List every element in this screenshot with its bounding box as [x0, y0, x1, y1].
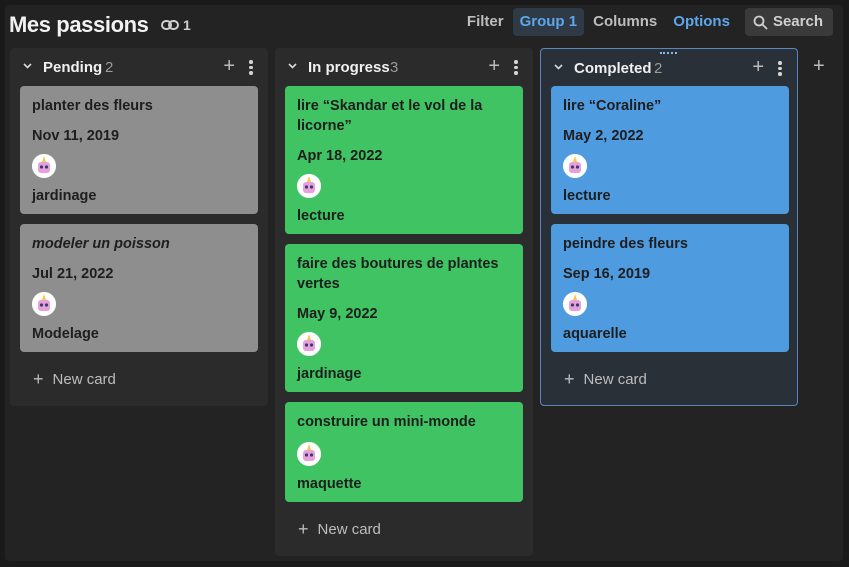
column-count: 2: [105, 59, 114, 76]
avatar: [563, 154, 587, 178]
card-tag: lecture: [297, 208, 345, 224]
new-card-button[interactable]: + New card: [33, 370, 116, 388]
column-header: Pending 2 +: [10, 48, 268, 86]
column-title: Pending: [43, 59, 103, 76]
card[interactable]: lire “Skandar et le vol de la licorne” A…: [285, 86, 523, 234]
card-tag: maquette: [297, 476, 362, 492]
card-title: modeler un poisson: [32, 236, 170, 252]
new-card-button[interactable]: + New card: [564, 370, 647, 388]
card-title: lire “Skandar et le vol de la licorne”: [297, 98, 483, 134]
avatar: [297, 332, 321, 356]
card-title: planter des fleurs: [32, 98, 153, 114]
card-date: Apr 18, 2022: [297, 148, 383, 164]
card-title: construire un mini-monde: [297, 414, 476, 430]
card[interactable]: construire un mini-monde maquette: [285, 402, 523, 502]
column-pending[interactable]: Pending 2 + planter des fleurs Nov 11, 2…: [10, 48, 268, 406]
column-in-progress[interactable]: In progress 3 + lire “Skandar et le vol …: [275, 48, 533, 556]
board-title[interactable]: Mes passions: [9, 12, 149, 38]
card-date: May 2, 2022: [563, 128, 644, 144]
column-count: 3: [390, 59, 399, 76]
add-card-icon[interactable]: +: [223, 56, 235, 76]
new-card-button[interactable]: + New card: [298, 520, 381, 538]
card[interactable]: faire des boutures de plantes vertes May…: [285, 244, 523, 392]
add-card-icon[interactable]: +: [488, 56, 500, 76]
more-options-icon[interactable]: [249, 60, 253, 77]
column-title: Completed: [574, 60, 652, 77]
avatar-unicorn-icon: [32, 292, 56, 316]
more-options-icon[interactable]: [778, 61, 782, 78]
column-completed[interactable]: Completed 2 + lire “Coraline” May 2, 202…: [540, 48, 798, 406]
new-card-label: New card: [52, 370, 116, 388]
avatar: [32, 292, 56, 316]
linked-views-count: 1: [183, 17, 191, 33]
column-count: 2: [654, 60, 663, 77]
chevron-down-icon[interactable]: [287, 60, 298, 71]
card-title: lire “Coraline”: [563, 98, 662, 114]
new-card-label: New card: [317, 520, 381, 538]
card-title: faire des boutures de plantes vertes: [297, 256, 499, 292]
card[interactable]: planter des fleurs Nov 11, 2019 jardinag…: [20, 86, 258, 214]
card[interactable]: lire “Coraline” May 2, 2022 lecture: [551, 86, 789, 214]
avatar-unicorn-icon: [297, 442, 321, 466]
chevron-down-icon[interactable]: [553, 61, 564, 72]
card-tag: lecture: [563, 188, 611, 204]
column-header: Completed 2 +: [541, 49, 797, 87]
card[interactable]: modeler un poisson Jul 21, 2022 Modelage: [20, 224, 258, 352]
avatar: [297, 442, 321, 466]
plus-icon: +: [33, 369, 44, 389]
card-title: peindre des fleurs: [563, 236, 688, 252]
card-tag: jardinage: [297, 366, 362, 382]
group-button[interactable]: Group 1: [512, 8, 585, 36]
add-column-icon[interactable]: +: [813, 56, 825, 76]
chevron-down-icon[interactable]: [22, 60, 33, 71]
columns-button[interactable]: Columns: [586, 8, 664, 36]
search-icon: [753, 15, 768, 29]
filter-button[interactable]: Filter: [460, 8, 511, 36]
card-tag: jardinage: [32, 188, 97, 204]
plus-icon: +: [564, 369, 575, 389]
card-date: Jul 21, 2022: [32, 266, 114, 282]
card-tag: Modelage: [32, 326, 99, 342]
avatar-unicorn-icon: [297, 174, 321, 198]
toolbar: Filter Group 1 Columns Options Search: [458, 8, 833, 36]
card-date: May 9, 2022: [297, 306, 378, 322]
avatar: [297, 174, 321, 198]
search-label: Search: [772, 13, 823, 30]
avatar-unicorn-icon: [563, 154, 587, 178]
avatar-unicorn-icon: [32, 154, 56, 178]
link-icon: [161, 20, 179, 30]
card[interactable]: peindre des fleurs Sep 16, 2019 aquarell…: [551, 224, 789, 352]
avatar: [32, 154, 56, 178]
plus-icon: +: [298, 519, 309, 539]
search-button[interactable]: Search: [744, 8, 833, 36]
card-date: Sep 16, 2019: [563, 266, 651, 282]
linked-views-indicator[interactable]: 1: [161, 17, 191, 33]
card-tag: aquarelle: [563, 326, 627, 342]
avatar-unicorn-icon: [297, 332, 321, 356]
add-card-icon[interactable]: +: [752, 57, 764, 77]
avatar-unicorn-icon: [563, 292, 587, 316]
more-options-icon[interactable]: [514, 60, 518, 77]
card-date: Nov 11, 2019: [32, 128, 120, 144]
new-card-label: New card: [583, 370, 647, 388]
board-header: Mes passions 1 Filter Group 1 Columns Op…: [5, 6, 833, 42]
column-header: In progress 3 +: [275, 48, 533, 86]
avatar: [563, 292, 587, 316]
options-button[interactable]: Options: [666, 8, 737, 36]
column-title: In progress: [308, 59, 390, 76]
